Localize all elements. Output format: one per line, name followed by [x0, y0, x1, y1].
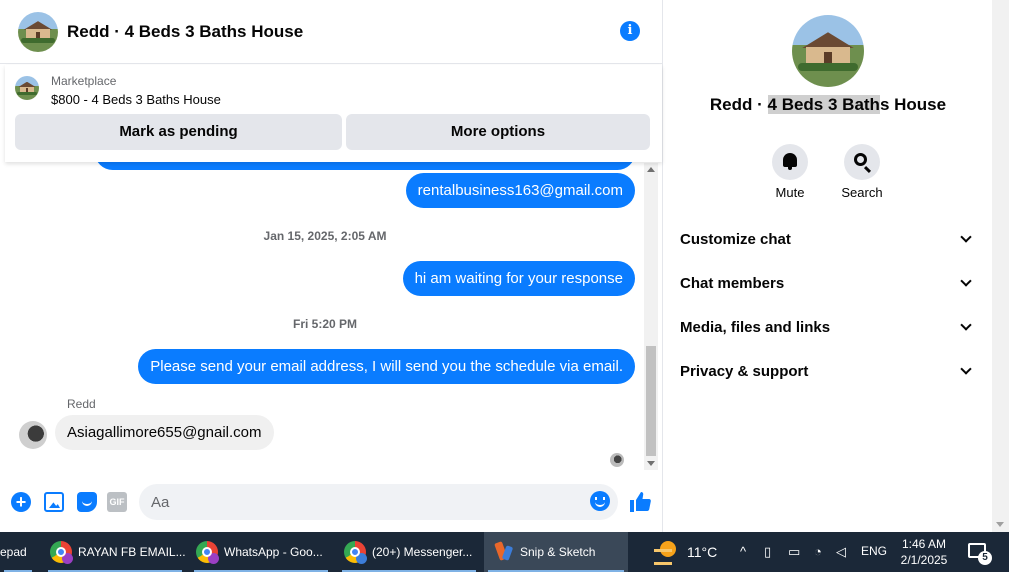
thread-scrollbar[interactable]	[644, 163, 658, 470]
timestamp: Fri 5:20 PM	[292, 317, 358, 331]
sticker-icon[interactable]	[77, 492, 97, 512]
composer: + GIF	[0, 480, 663, 524]
section-privacy-support[interactable]: Privacy & support	[680, 354, 976, 390]
taskbar-item-label: (20+) Messenger...	[372, 545, 473, 559]
notification-count-badge: 5	[978, 551, 992, 565]
taskbar-item-notepad[interactable]: epad	[0, 532, 36, 572]
messenger-window: Redd · 4 Beds 3 Baths House i rentalbusi…	[0, 0, 1009, 572]
taskbar-item-label: WhatsApp - Goo...	[224, 545, 323, 559]
chrome-icon	[196, 541, 219, 564]
scroll-thumb[interactable]	[646, 346, 656, 456]
more-options-button[interactable]: More options	[346, 114, 650, 150]
timestamp: Jan 15, 2025, 2:05 AM	[263, 229, 387, 243]
chat-header: Redd · 4 Beds 3 Baths House i	[0, 0, 663, 64]
chevron-up-icon[interactable]: ^	[740, 544, 746, 559]
mark-pending-button[interactable]: Mark as pending	[15, 114, 342, 150]
gif-icon[interactable]: GIF	[107, 492, 127, 512]
title-selected-text: 4 Beds 3 Bath	[767, 95, 880, 114]
taskbar-item-label: epad	[0, 545, 27, 559]
conversation-avatar[interactable]	[792, 15, 864, 87]
taskbar-item-label: Snip & Sketch	[520, 545, 596, 559]
message-bubble-out[interactable]: Please send your email address, I will s…	[138, 349, 635, 384]
message-bubble-out[interactable]: rentalbusiness163@gmail.com	[405, 173, 635, 208]
emoji-icon[interactable]	[590, 491, 610, 511]
mute-button[interactable]	[772, 144, 808, 180]
search-button[interactable]	[844, 144, 880, 180]
chat-pane: Redd · 4 Beds 3 Baths House i rentalbusi…	[0, 0, 663, 532]
taskbar-item-chrome-whatsapp[interactable]: WhatsApp - Goo...	[190, 532, 332, 572]
title-part: Redd ·	[709, 95, 768, 114]
language-indicator[interactable]: ENG	[861, 544, 887, 558]
windows-taskbar: epad RAYAN FB EMAIL... WhatsApp - Goo...…	[0, 532, 1009, 572]
listing-thumbnail[interactable]	[15, 76, 39, 100]
mute-label: Mute	[775, 185, 805, 200]
temperature[interactable]: 11°C	[687, 544, 717, 560]
chat-title[interactable]: Redd · 4 Beds 3 Baths House	[67, 22, 303, 42]
battery-icon[interactable]: ▭	[788, 544, 800, 560]
weather-icon[interactable]	[654, 541, 678, 565]
taskbar-item-chrome-messenger[interactable]: (20+) Messenger...	[338, 532, 480, 572]
clock-time: 1:46 AM	[901, 537, 947, 551]
sender-avatar[interactable]	[19, 421, 47, 449]
scroll-down-arrow[interactable]	[996, 522, 1004, 527]
chevron-down-icon	[960, 363, 972, 375]
info-icon[interactable]: i	[620, 21, 640, 41]
conversation-info-pane: Redd · 4 Beds 3 Baths House Mute Search …	[664, 0, 992, 532]
chevron-down-icon	[960, 275, 972, 287]
clock-date: 2/1/2025	[900, 553, 948, 567]
webcam-icon[interactable]: ▯	[764, 544, 771, 560]
plus-icon[interactable]: +	[11, 492, 31, 512]
marketplace-label: Marketplace	[51, 74, 117, 88]
conversation-title: Redd · 4 Beds 3 Baths House	[664, 95, 992, 115]
section-label: Customize chat	[680, 231, 791, 248]
thumbs-up-icon[interactable]	[628, 490, 652, 514]
chrome-icon	[50, 541, 73, 564]
search-label: Search	[841, 185, 883, 200]
section-customize-chat[interactable]: Customize chat	[680, 222, 976, 258]
taskbar-item-snip-sketch[interactable]: Snip & Sketch	[484, 532, 628, 572]
scroll-down-arrow[interactable]	[647, 461, 655, 466]
bell-icon	[783, 153, 797, 170]
snip-sketch-icon	[494, 541, 514, 563]
clock[interactable]: 1:46 AM 2/1/2025	[893, 536, 955, 568]
chevron-down-icon	[960, 319, 972, 331]
seen-indicator-avatar	[610, 453, 624, 467]
wifi-icon[interactable]: ◔	[814, 544, 822, 559]
taskbar-item-label: RAYAN FB EMAIL...	[78, 545, 186, 559]
message-input[interactable]	[139, 484, 618, 520]
section-label: Chat members	[680, 275, 785, 292]
listing-title[interactable]: $800 - 4 Beds 3 Baths House	[51, 92, 221, 107]
image-icon[interactable]	[44, 492, 64, 512]
message-thread[interactable]: rentalbusiness163@gmail.com Jan 15, 2025…	[0, 155, 643, 475]
chrome-icon	[344, 541, 367, 564]
section-label: Media, files and links	[680, 319, 831, 336]
taskbar-item-chrome-rayan[interactable]: RAYAN FB EMAIL...	[44, 532, 186, 572]
sender-name: Redd	[67, 397, 96, 411]
section-label: Privacy & support	[680, 363, 809, 380]
message-bubble-out[interactable]: hi am waiting for your response	[402, 261, 635, 296]
marketplace-card: Marketplace $800 - 4 Beds 3 Baths House …	[5, 65, 662, 162]
scroll-up-arrow[interactable]	[647, 167, 655, 172]
section-media-files-links[interactable]: Media, files and links	[680, 310, 976, 346]
chevron-down-icon	[960, 231, 972, 243]
section-chat-members[interactable]: Chat members	[680, 266, 976, 302]
message-bubble-in[interactable]: Asiagallimore655@gnail.com	[55, 415, 274, 450]
listing-avatar[interactable]	[18, 11, 58, 52]
search-icon	[854, 153, 867, 166]
page-scrollbar[interactable]	[992, 0, 1009, 532]
title-part: s House	[879, 95, 947, 114]
volume-icon[interactable]: ◁	[836, 544, 846, 560]
